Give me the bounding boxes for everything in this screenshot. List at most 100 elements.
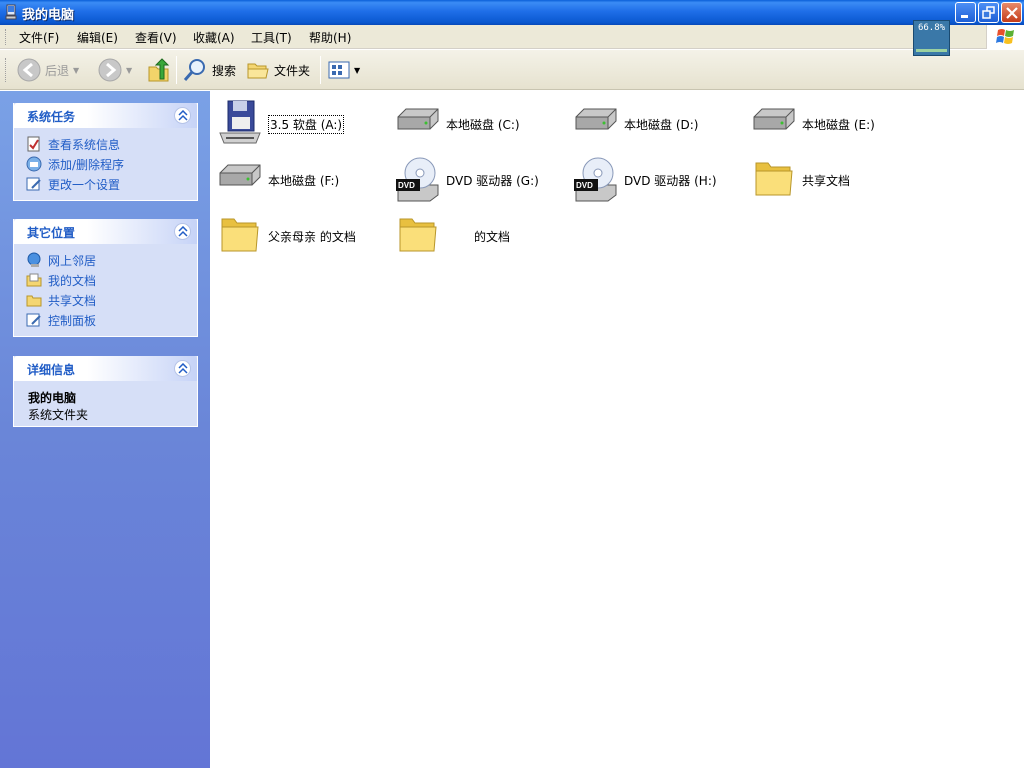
- menu-edit[interactable]: 编辑(E): [77, 29, 118, 46]
- folder-icon: [755, 162, 793, 196]
- drive-e-label: 本地磁盘 (E:): [802, 118, 875, 132]
- up-folder-icon: [148, 58, 170, 82]
- network-places-icon: [27, 252, 41, 267]
- forward-dropdown-icon[interactable]: ▼: [126, 66, 132, 75]
- control-panel-link[interactable]: 控制面板: [26, 310, 197, 330]
- hard-disk-icon: [219, 164, 261, 186]
- user-documents-folder-label: 的文档: [474, 230, 511, 244]
- up-folder-button[interactable]: [146, 56, 172, 84]
- windows-logo-icon: [996, 29, 1014, 44]
- other-places-panel: 其它位置 网上邻居 我的文档 共享文档 控制面板: [13, 219, 198, 337]
- views-button[interactable]: ▼: [328, 56, 360, 84]
- view-system-info-link[interactable]: 查看系统信息: [26, 134, 197, 154]
- view-system-info-label: 查看系统信息: [48, 137, 121, 152]
- back-button[interactable]: 后退 ▼: [17, 56, 79, 84]
- folders-label: 文件夹: [274, 63, 311, 78]
- toolbar-separator: [320, 56, 321, 84]
- dvd-drive-icon: DVD: [574, 157, 617, 202]
- drive-g-label: DVD 驱动器 (G:): [446, 174, 539, 188]
- details-header[interactable]: 详细信息: [14, 356, 197, 381]
- drive-f[interactable]: 本地磁盘 (F:): [212, 151, 382, 201]
- system-tasks-panel: 系统任务 查看系统信息 添加/删除程序 更改一个设置: [13, 103, 198, 201]
- menu-file[interactable]: 文件(F): [19, 29, 59, 46]
- restore-button[interactable]: [978, 2, 999, 23]
- collapse-button[interactable]: [174, 360, 191, 377]
- minimize-button[interactable]: [955, 2, 976, 23]
- search-label: 搜索: [212, 63, 237, 78]
- change-setting-link[interactable]: 更改一个设置: [26, 174, 197, 194]
- collapse-button[interactable]: [174, 223, 191, 240]
- shared-documents-folder[interactable]: 共享文档: [746, 151, 916, 201]
- user-documents-folder[interactable]: 的文档: [390, 207, 560, 257]
- search-button[interactable]: 搜索: [182, 56, 236, 84]
- drive-e[interactable]: 本地磁盘 (E:): [746, 95, 916, 145]
- control-panel-icon: [26, 177, 41, 191]
- network-places-label: 网上邻居: [48, 253, 97, 268]
- system-tasks-header[interactable]: 系统任务: [14, 103, 197, 128]
- svg-text:DVD: DVD: [576, 181, 593, 190]
- menu-view[interactable]: 查看(V): [135, 29, 177, 46]
- menu-favorites[interactable]: 收藏(A): [193, 29, 235, 46]
- search-icon: [183, 59, 205, 81]
- my-documents-icon: [26, 273, 42, 287]
- control-panel-label: 控制面板: [48, 313, 97, 328]
- close-button[interactable]: [1001, 2, 1022, 23]
- drive-c[interactable]: 本地磁盘 (C:): [390, 95, 560, 145]
- drive-a[interactable]: 3.5 软盘 (A:): [212, 95, 382, 145]
- file-list: 3.5 软盘 (A:) 本地磁盘 (C:) 本地磁盘 (D:) 本地磁盘 (E:…: [210, 91, 1024, 768]
- control-panel-icon: [26, 313, 41, 327]
- add-remove-programs-link[interactable]: 添加/删除程序: [26, 154, 197, 174]
- menu-tools[interactable]: 工具(T): [251, 29, 292, 46]
- parents-documents-folder[interactable]: 父亲母亲 的文档: [212, 207, 382, 257]
- dvd-drive-icon: DVD: [396, 157, 439, 202]
- forward-arrow-icon: [98, 58, 122, 82]
- network-places-link[interactable]: 网上邻居: [26, 250, 197, 270]
- folders-button[interactable]: 文件夹: [246, 56, 310, 84]
- hard-disk-icon: [753, 108, 795, 130]
- folders-icon: [247, 63, 269, 79]
- other-places-title: 其它位置: [27, 226, 76, 240]
- toolbar-grip[interactable]: [5, 58, 8, 82]
- change-setting-label: 更改一个设置: [48, 177, 121, 192]
- folder-icon: [221, 218, 259, 252]
- menu-help[interactable]: 帮助(H): [309, 29, 351, 46]
- hard-disk-icon: [575, 108, 617, 130]
- parents-documents-folder-label: 父亲母亲 的文档: [268, 230, 356, 244]
- menu-grip[interactable]: [5, 29, 8, 45]
- folder-icon: [399, 218, 437, 252]
- drive-h-label: DVD 驱动器 (H:): [624, 174, 717, 188]
- shared-documents-link[interactable]: 共享文档: [26, 290, 197, 310]
- system-tasks-title: 系统任务: [27, 110, 76, 124]
- drive-d-label: 本地磁盘 (D:): [624, 118, 699, 132]
- back-dropdown-icon[interactable]: ▼: [73, 66, 79, 75]
- title-bar[interactable]: 我的电脑: [0, 0, 1024, 25]
- restore-icon: [982, 6, 995, 19]
- forward-button[interactable]: ▼: [98, 56, 132, 84]
- my-computer-icon: [5, 4, 17, 20]
- details-type: 系统文件夹: [28, 408, 89, 422]
- task-pane: 系统任务 查看系统信息 添加/删除程序 更改一个设置 其它位置 网上邻居 我的文…: [0, 91, 210, 768]
- minimize-icon: [961, 15, 968, 18]
- floppy-icon: [219, 100, 261, 144]
- other-places-header[interactable]: 其它位置: [14, 219, 197, 244]
- close-icon: [1006, 7, 1018, 19]
- chevron-up-icon: [178, 363, 188, 374]
- folder-icon: [26, 295, 42, 307]
- drive-h[interactable]: DVD DVD 驱动器 (H:): [568, 151, 738, 202]
- windows-logo-box: [986, 25, 1024, 49]
- add-remove-programs-icon: [26, 156, 42, 172]
- my-documents-link[interactable]: 我的文档: [26, 270, 197, 290]
- window-title: 我的电脑: [22, 8, 75, 23]
- toolbar: 后退 ▼ ▼ 搜索 文件夹 ▼: [0, 50, 1024, 90]
- drive-d[interactable]: 本地磁盘 (D:): [568, 95, 738, 145]
- collapse-button[interactable]: [174, 107, 191, 124]
- zoom-text: 66.8%: [917, 23, 946, 33]
- chevron-up-icon: [178, 110, 188, 121]
- toolbar-separator: [176, 56, 177, 84]
- drive-g[interactable]: DVD DVD 驱动器 (G:): [390, 151, 560, 202]
- views-dropdown-icon[interactable]: ▼: [354, 66, 360, 75]
- chevron-up-icon: [178, 226, 188, 237]
- shared-documents-label: 共享文档: [48, 293, 97, 308]
- back-arrow-icon: [17, 58, 41, 82]
- add-remove-programs-label: 添加/删除程序: [48, 157, 125, 172]
